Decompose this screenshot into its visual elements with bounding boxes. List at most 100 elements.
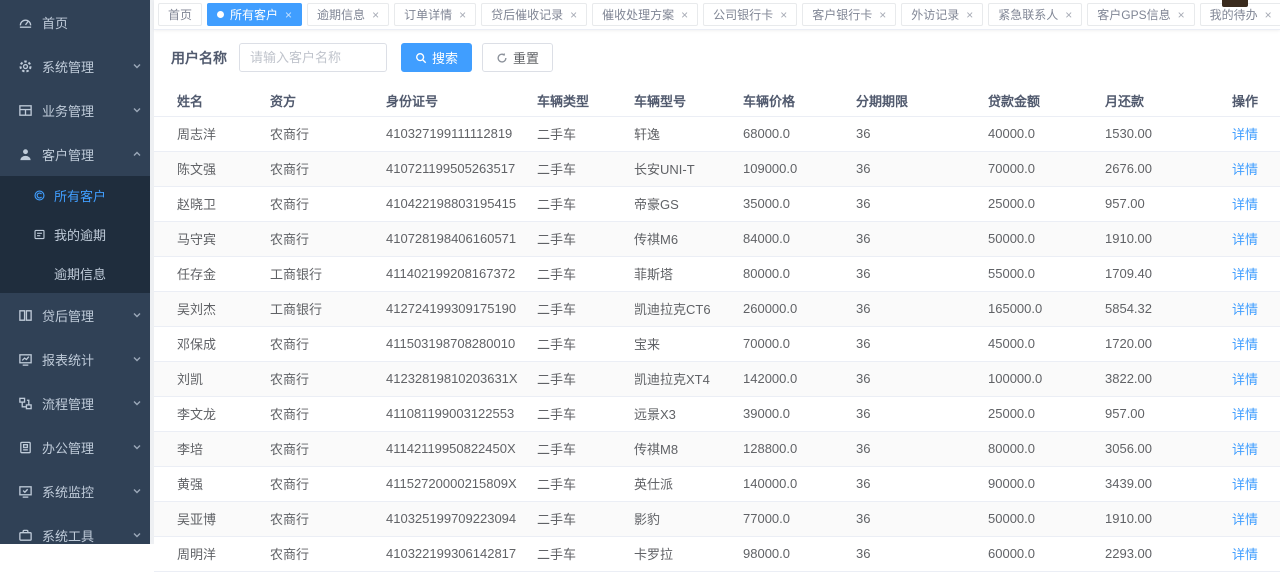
table-cell: 957.00	[1105, 186, 1221, 221]
table-cell: 马守宾	[154, 221, 270, 256]
detail-link[interactable]: 详情	[1232, 162, 1258, 177]
table-cell: 李培	[154, 431, 270, 466]
table-cell: 80000.0	[743, 256, 856, 291]
report-icon	[18, 352, 33, 367]
sidebar-item-report-stats[interactable]: 报表统计	[0, 337, 154, 381]
sidebar-item-office-mgmt[interactable]: 办公管理	[0, 425, 154, 469]
table-cell: 142000.0	[743, 361, 856, 396]
table-cell: 周志洋	[154, 116, 270, 151]
table-row: 李文龙农商行411081199003122553二手车远景X339000.036…	[154, 396, 1280, 431]
sidebar-item-postloan-mgmt[interactable]: 贷后管理	[0, 293, 154, 337]
table-cell: 宝来	[634, 326, 743, 361]
detail-link[interactable]: 详情	[1232, 442, 1258, 457]
tab-home[interactable]: 首页	[158, 3, 202, 26]
table-cell: 36	[856, 466, 988, 501]
sidebar-item-system-monitor[interactable]: 系统监控	[0, 469, 154, 513]
reset-button[interactable]: 重置	[482, 43, 553, 72]
table-cell: 长安UNI-T	[634, 151, 743, 186]
tab-customer-gps[interactable]: 客户GPS信息×	[1087, 3, 1194, 26]
search-button[interactable]: 搜索	[401, 43, 472, 72]
tab-close-icon[interactable]: ×	[570, 9, 577, 21]
table-row: 刘凯农商行41232819810203631X二手车凯迪拉克XT4142000.…	[154, 361, 1280, 396]
tab-close-icon[interactable]: ×	[780, 9, 787, 21]
table-cell: 二手车	[537, 536, 634, 571]
detail-link[interactable]: 详情	[1232, 127, 1258, 142]
tab-company-bank-card[interactable]: 公司银行卡×	[703, 3, 797, 26]
tab-close-icon[interactable]: ×	[1265, 9, 1272, 21]
tab-close-icon[interactable]: ×	[372, 9, 379, 21]
tab-customer-bank-card[interactable]: 客户银行卡×	[802, 3, 896, 26]
tab-order-detail[interactable]: 订单详情×	[394, 3, 476, 26]
tab-all-customers[interactable]: 所有客户×	[207, 3, 302, 26]
tab-close-icon[interactable]: ×	[681, 9, 688, 21]
sidebar-item-system-mgmt[interactable]: 系统管理	[0, 44, 154, 88]
detail-link[interactable]: 详情	[1232, 372, 1258, 387]
sidebar-item-customer-mgmt[interactable]: 客户管理	[0, 132, 154, 176]
detail-link[interactable]: 详情	[1232, 407, 1258, 422]
table-cell: 详情	[1221, 431, 1280, 466]
table-cell: 李文龙	[154, 396, 270, 431]
detail-link[interactable]: 详情	[1232, 477, 1258, 492]
table-cell: 二手车	[537, 501, 634, 536]
table-cell: 卡罗拉	[634, 536, 743, 571]
table-cell: 60000.0	[988, 536, 1105, 571]
grid-icon	[18, 103, 33, 118]
table-row: 陈文强农商行410721199505263517二手车长安UNI-T109000…	[154, 151, 1280, 186]
detail-link[interactable]: 详情	[1232, 547, 1258, 562]
table-cell: 410325199709223094	[386, 501, 537, 536]
table-cell: 55000.0	[988, 256, 1105, 291]
table-cell: 70000.0	[988, 151, 1105, 186]
detail-link[interactable]: 详情	[1232, 232, 1258, 247]
table-cell: 410721199505263517	[386, 151, 537, 186]
table-cell: 二手车	[537, 151, 634, 186]
tab-close-icon[interactable]: ×	[966, 9, 973, 21]
table-cell: 410322199306142817	[386, 536, 537, 571]
sidebar-item-business-mgmt[interactable]: 业务管理	[0, 88, 154, 132]
sidebar-subitem-all-customers[interactable]: 所有客户	[0, 176, 154, 215]
table-cell: 远景X3	[634, 396, 743, 431]
tab-visit-records[interactable]: 外访记录×	[901, 3, 983, 26]
chevron-down-icon	[132, 530, 142, 540]
sidebar-item-home[interactable]: 首页	[0, 0, 154, 44]
table-cell: 1910.00	[1105, 501, 1221, 536]
table-cell: 36	[856, 501, 988, 536]
sidebar-subitem-my-overdue[interactable]: 我的逾期	[0, 215, 154, 254]
table-cell: 3439.00	[1105, 466, 1221, 501]
table-cell: 农商行	[270, 396, 386, 431]
table-cell: 957.00	[1105, 396, 1221, 431]
table-cell: 英仕派	[634, 466, 743, 501]
sidebar-subitem-overdue-info[interactable]: 逾期信息	[0, 254, 154, 293]
sidebar: 首页系统管理业务管理客户管理所有客户我的逾期逾期信息贷后管理报表统计流程管理办公…	[0, 0, 154, 544]
table-header-row: 姓名资方身份证号车辆类型车辆型号车辆价格分期期限贷款金额月还款操作	[154, 85, 1280, 116]
column-header: 车辆类型	[537, 85, 634, 116]
sidebar-item-system-tools[interactable]: 系统工具	[0, 513, 154, 557]
table-cell: 菲斯塔	[634, 256, 743, 291]
tab-emergency-contacts[interactable]: 紧急联系人×	[988, 3, 1082, 26]
tab-collection-plan[interactable]: 催收处理方案×	[592, 3, 698, 26]
tab-close-icon[interactable]: ×	[1178, 9, 1185, 21]
detail-link[interactable]: 详情	[1232, 512, 1258, 527]
tab-overdue-info[interactable]: 逾期信息×	[307, 3, 389, 26]
search-icon	[415, 52, 427, 64]
customer-name-input[interactable]	[239, 43, 387, 72]
table-cell: 77000.0	[743, 501, 856, 536]
tab-close-icon[interactable]: ×	[879, 9, 886, 21]
table-cell: 100000.0	[988, 361, 1105, 396]
detail-link[interactable]: 详情	[1232, 197, 1258, 212]
detail-link[interactable]: 详情	[1232, 302, 1258, 317]
table-cell: 详情	[1221, 151, 1280, 186]
detail-link[interactable]: 详情	[1232, 267, 1258, 282]
detail-link[interactable]: 详情	[1232, 337, 1258, 352]
tab-close-icon[interactable]: ×	[1065, 9, 1072, 21]
avatar[interactable]	[1222, 0, 1248, 7]
table-cell: 41142119950822450X	[386, 431, 537, 466]
table-row: 赵晓卫农商行410422198803195415二手车帝豪GS35000.036…	[154, 186, 1280, 221]
tab-close-icon[interactable]: ×	[285, 9, 292, 21]
table-cell: 410422198803195415	[386, 186, 537, 221]
tab-collection-records[interactable]: 贷后催收记录×	[481, 3, 587, 26]
table-cell: 详情	[1221, 361, 1280, 396]
tab-close-icon[interactable]: ×	[459, 9, 466, 21]
table-cell: 260000.0	[743, 291, 856, 326]
sidebar-item-process-mgmt[interactable]: 流程管理	[0, 381, 154, 425]
table-cell: 二手车	[537, 396, 634, 431]
